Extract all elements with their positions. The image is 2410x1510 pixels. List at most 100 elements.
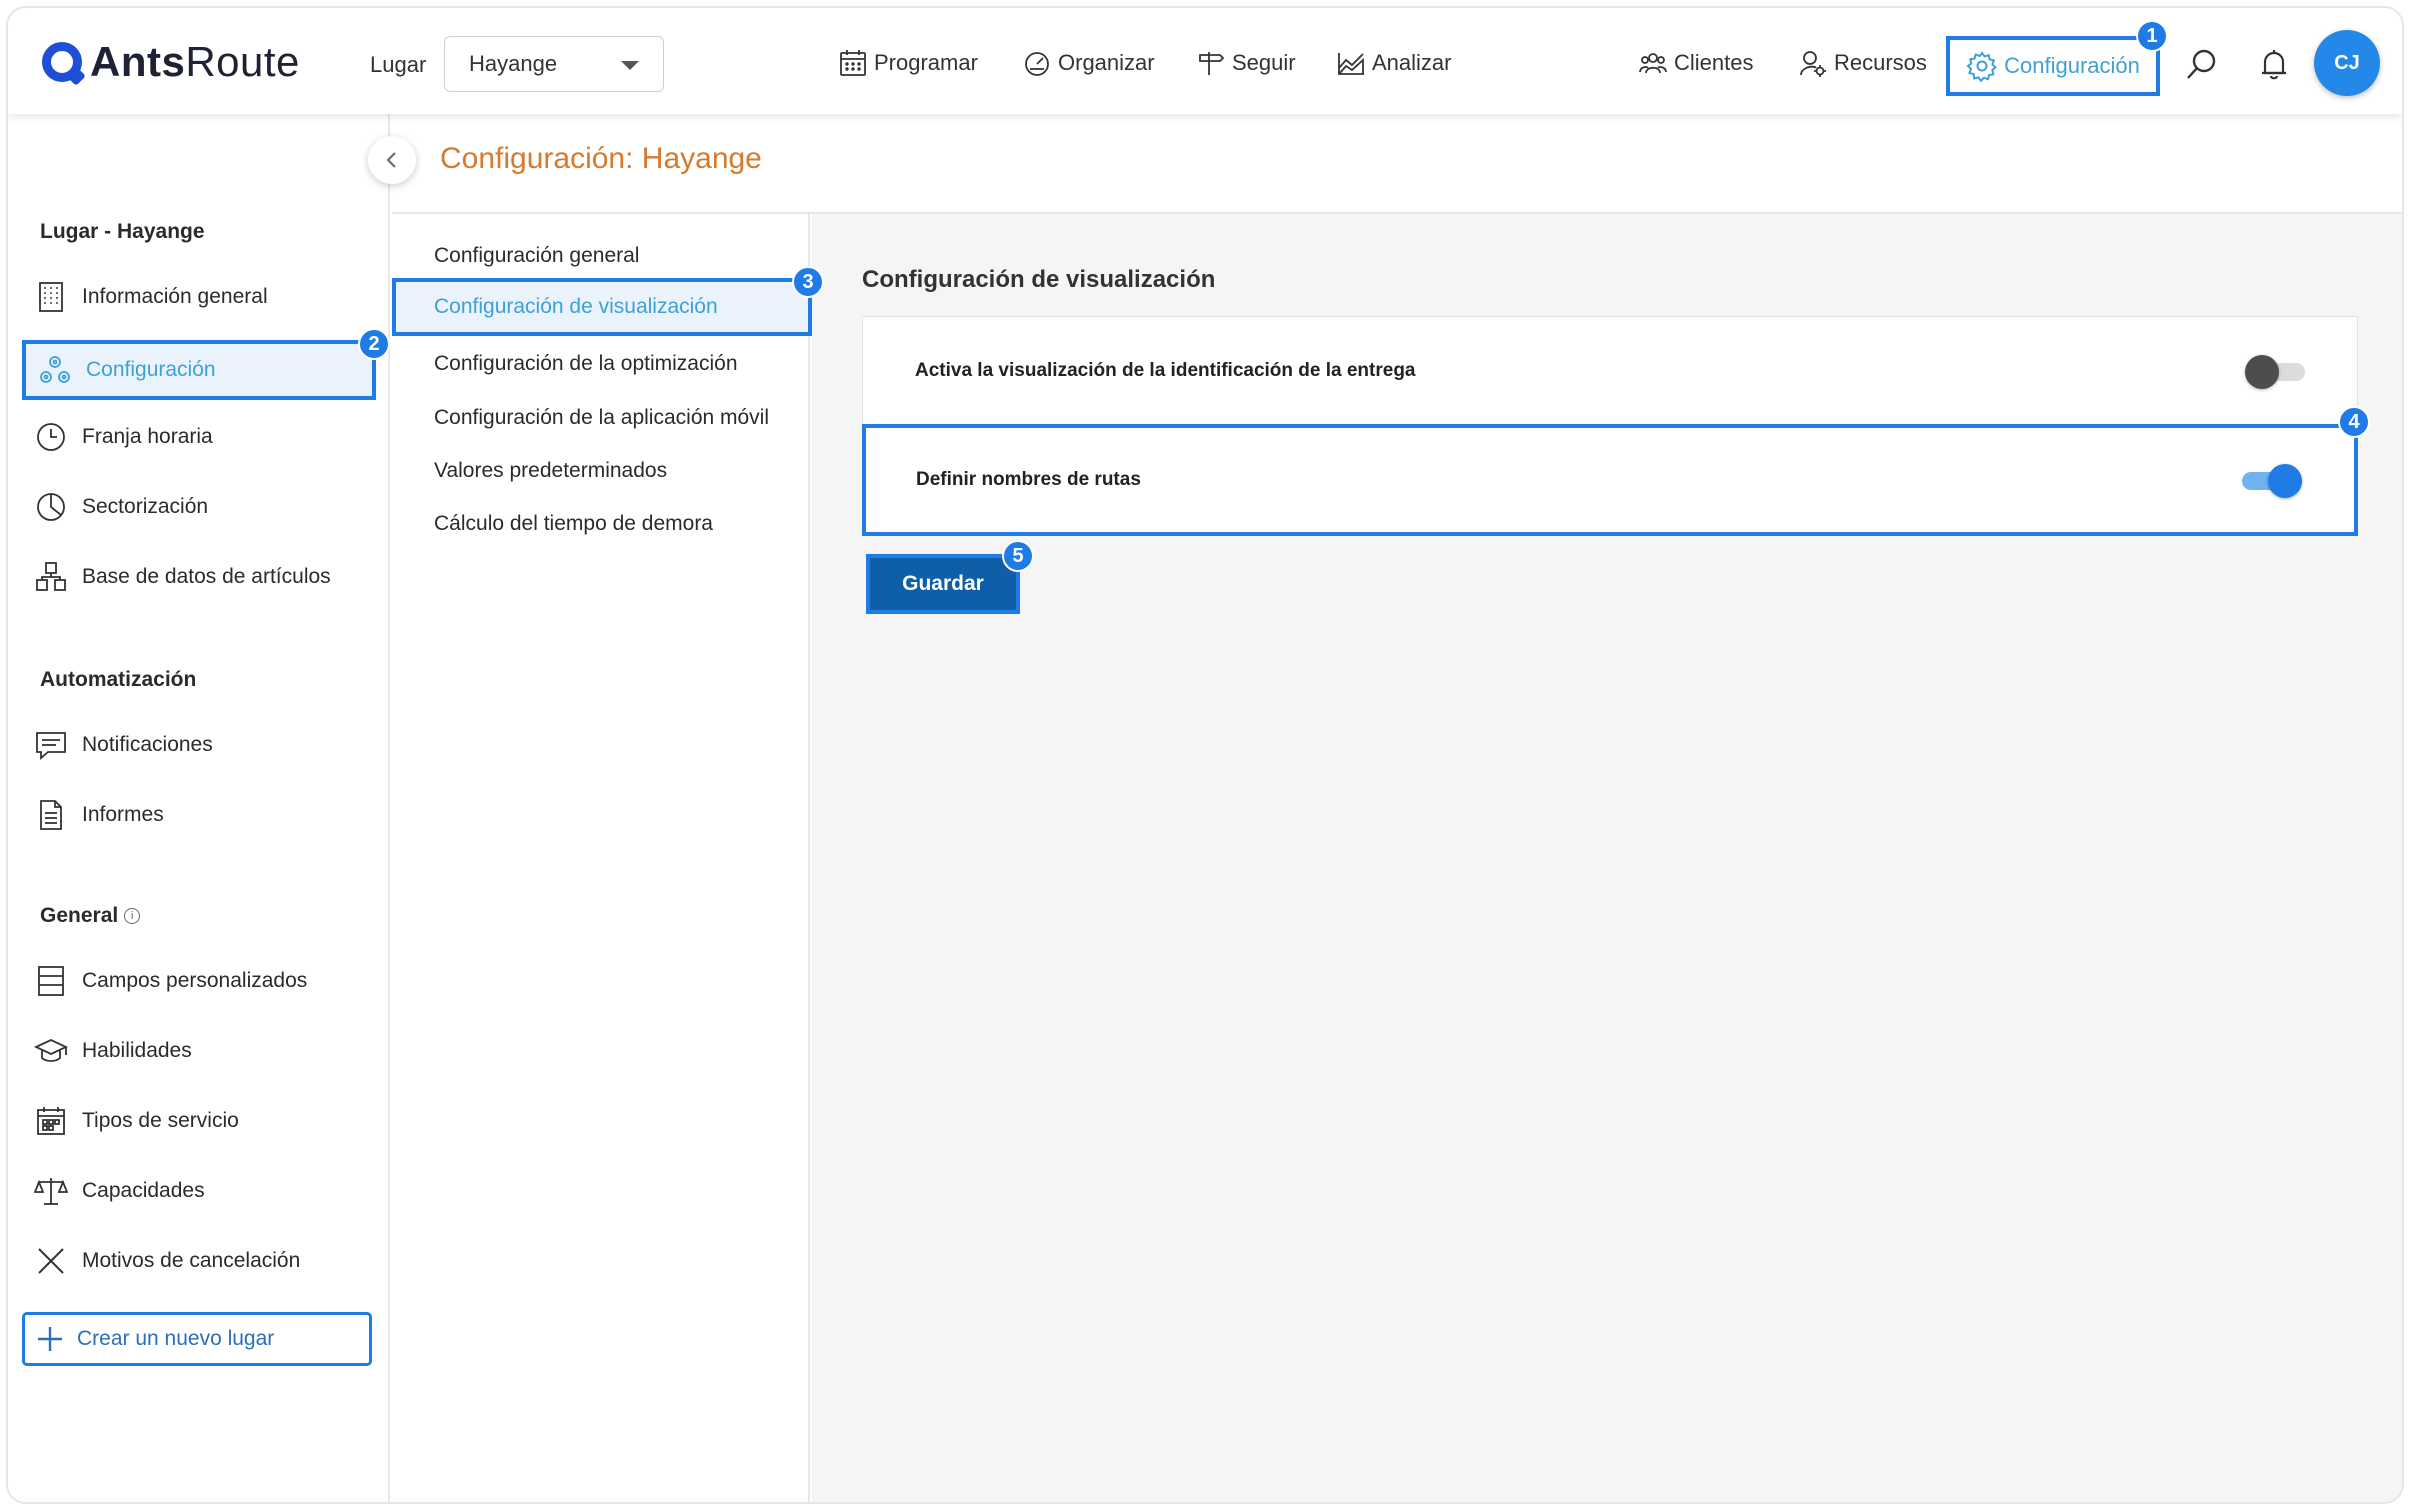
nav-clientes-label: Clientes xyxy=(1674,50,1754,75)
clients-icon xyxy=(1639,53,1667,74)
sidebar-item-label: Información general xyxy=(82,285,268,308)
logo-icon xyxy=(42,42,82,82)
callout-badge-4: 4 xyxy=(2338,406,2370,438)
gear-icon xyxy=(1966,51,1998,82)
pie-icon xyxy=(37,493,65,521)
clock-icon xyxy=(37,423,65,451)
sidebar-item-label: Franja horaria xyxy=(82,425,213,448)
nav-seguir-label: Seguir xyxy=(1232,50,1296,75)
document-icon xyxy=(40,800,62,830)
toggle-knob xyxy=(2268,464,2302,498)
sidebar-item-informacion-general[interactable]: Información general xyxy=(34,280,268,314)
resources-icon xyxy=(1800,51,1826,77)
chevron-left-icon xyxy=(386,152,396,168)
submenu-item-valores-predeterminados[interactable]: Valores predeterminados xyxy=(434,459,667,483)
sidebar-item-franja-horaria[interactable]: Franja horaria xyxy=(34,420,213,454)
sidebar-item-label: Campos personalizados xyxy=(82,969,308,992)
sidebar-item-label: Informes xyxy=(82,803,164,826)
sidebar-item-tipos-servicio[interactable]: Tipos de servicio xyxy=(34,1104,239,1138)
sidebar-item-configuracion[interactable]: Configuración xyxy=(22,340,376,400)
content-panel: Configuración de visualización Activa la… xyxy=(812,214,2402,1502)
nav-configuracion-label: Configuración xyxy=(2004,53,2140,78)
sidebar-item-label: Sectorización xyxy=(82,495,209,518)
nav-analizar[interactable]: Analizar xyxy=(1336,48,1451,78)
callout-badge-2: 2 xyxy=(358,328,390,360)
toggle-knob xyxy=(2245,355,2279,389)
callout-badge-5: 5 xyxy=(1002,540,1034,572)
sidebar-heading-place: Lugar - Hayange xyxy=(40,220,205,243)
settings-submenu: Configuración general Configuración de v… xyxy=(392,214,812,1502)
sidebar-item-motivos-cancelacion[interactable]: Motivos de cancelación xyxy=(34,1244,300,1278)
sidebar-item-campos-personalizados[interactable]: Campos personalizados xyxy=(34,964,307,998)
callout-badge-1: 1 xyxy=(2136,20,2168,52)
graduation-icon xyxy=(34,1039,68,1062)
settings-network-icon xyxy=(40,356,70,383)
nav-configuracion[interactable]: Configuración xyxy=(1946,36,2160,96)
sidebar-item-label: Capacidades xyxy=(82,1179,205,1202)
sidebar-item-notificaciones[interactable]: Notificaciones xyxy=(34,728,213,762)
section-title: Configuración de visualización xyxy=(862,266,1216,293)
page-title: Configuración: Hayange xyxy=(440,142,762,175)
nav-programar[interactable]: Programar xyxy=(838,48,978,78)
x-icon xyxy=(38,1248,64,1274)
submenu-item-visualizacion[interactable]: Configuración de visualización xyxy=(392,278,812,336)
sidebar-heading-automation: Automatización xyxy=(40,668,197,691)
submenu-item-aplicacion-movil[interactable]: Configuración de la aplicación móvil xyxy=(434,406,769,430)
save-button[interactable]: Guardar xyxy=(866,554,1020,614)
signpost-icon xyxy=(1199,52,1225,75)
boxes-icon xyxy=(36,562,66,591)
calendar-icon xyxy=(840,50,866,76)
sidebar-item-base-datos-articulos[interactable]: Base de datos de artículos xyxy=(34,560,331,594)
collapse-sidebar-button[interactable] xyxy=(368,136,416,184)
sidebar-item-label: Notificaciones xyxy=(82,733,213,756)
nav-clientes[interactable]: Clientes xyxy=(1638,48,1753,78)
create-place-label: Crear un nuevo lugar xyxy=(77,1327,275,1350)
app-frame: AntsRoute Lugar Hayange Programar Organi… xyxy=(6,6,2404,1504)
chevron-down-icon xyxy=(621,61,639,70)
option-label: Definir nombres de rutas xyxy=(916,469,1141,490)
submenu-item-tiempo-demora[interactable]: Cálculo del tiempo de demora xyxy=(434,512,713,536)
option-route-names: Definir nombres de rutas xyxy=(862,424,2358,536)
top-bar: AntsRoute Lugar Hayange Programar Organi… xyxy=(8,8,2402,114)
nav-seguir[interactable]: Seguir xyxy=(1196,48,1296,78)
avatar[interactable]: CJ xyxy=(2314,30,2380,96)
sidebar-item-label: Motivos de cancelación xyxy=(82,1249,301,1272)
place-select-value: Hayange xyxy=(469,51,558,76)
option-label: Activa la visualización de la identifica… xyxy=(915,360,1416,381)
sidebar-item-label: Configuración xyxy=(86,358,216,381)
scale-icon xyxy=(34,1178,68,1205)
nav-recursos[interactable]: Recursos xyxy=(1798,48,1927,78)
sidebar-item-label: Habilidades xyxy=(82,1039,192,1062)
submenu-item-optimizacion[interactable]: Configuración de la optimización xyxy=(434,352,738,376)
nav-organizar[interactable]: Organizar xyxy=(1022,48,1155,78)
route-names-toggle[interactable] xyxy=(2242,464,2302,498)
bell-icon[interactable] xyxy=(2256,46,2292,82)
nav-recursos-label: Recursos xyxy=(1834,50,1927,75)
logo[interactable]: AntsRoute xyxy=(42,38,300,86)
building-icon xyxy=(39,282,63,312)
callout-badge-3: 3 xyxy=(792,266,824,298)
sidebar-item-label: Base de datos de artículos xyxy=(82,565,331,588)
info-icon[interactable]: i xyxy=(124,908,141,925)
message-icon xyxy=(36,732,66,760)
nav-programar-label: Programar xyxy=(874,50,978,75)
speedometer-icon xyxy=(1025,52,1049,76)
fields-icon xyxy=(38,966,64,996)
nav-analizar-label: Analizar xyxy=(1372,50,1452,75)
nav-organizar-label: Organizar xyxy=(1058,50,1155,75)
create-place-button[interactable]: Crear un nuevo lugar xyxy=(22,1312,372,1366)
sidebar-item-informes[interactable]: Informes xyxy=(34,798,164,832)
option-delivery-id: Activa la visualización de la identifica… xyxy=(862,316,2358,426)
submenu-item-general[interactable]: Configuración general xyxy=(434,244,639,268)
place-select[interactable]: Hayange xyxy=(444,36,664,92)
sidebar-heading-general: General i xyxy=(40,904,141,928)
sidebar-item-habilidades[interactable]: Habilidades xyxy=(34,1034,192,1068)
sidebar-item-label: Tipos de servicio xyxy=(82,1109,239,1132)
plus-icon xyxy=(38,1327,62,1351)
search-icon[interactable] xyxy=(2184,46,2220,82)
place-label: Lugar xyxy=(370,52,427,77)
sidebar-item-sectorizacion[interactable]: Sectorización xyxy=(34,490,208,524)
sidebar-item-capacidades[interactable]: Capacidades xyxy=(34,1174,205,1208)
logo-text: AntsRoute xyxy=(90,38,300,85)
delivery-id-toggle[interactable] xyxy=(2245,355,2305,389)
